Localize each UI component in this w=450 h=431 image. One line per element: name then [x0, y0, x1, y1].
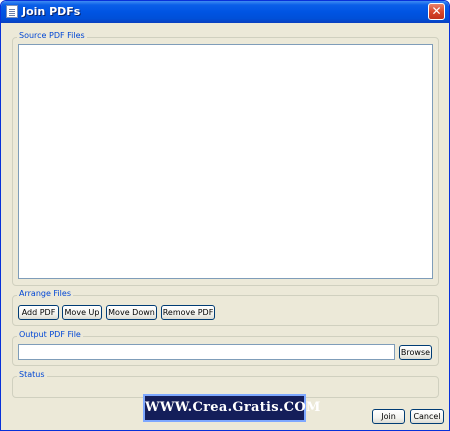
source-files-list[interactable] [18, 44, 433, 279]
remove-pdf-button[interactable]: Remove PDF [161, 305, 215, 320]
watermark-logo: WWW.Crea.Gratis.COM [143, 394, 320, 422]
cancel-button[interactable]: Cancel [410, 409, 444, 424]
join-pdfs-dialog: Join PDFs ✕ Source PDF Files Arrange Fil… [0, 0, 450, 431]
close-icon: ✕ [431, 4, 442, 18]
move-down-button[interactable]: Move Down [106, 305, 157, 320]
arrange-files-label: Arrange Files [17, 289, 73, 298]
document-icon [6, 5, 18, 18]
output-file-input[interactable] [18, 344, 395, 360]
title-bar[interactable]: Join PDFs ✕ [1, 1, 449, 23]
window-title: Join PDFs [22, 5, 81, 18]
move-up-button[interactable]: Move Up [62, 305, 102, 320]
output-file-label: Output PDF File [17, 330, 83, 339]
browse-button[interactable]: Browse [399, 345, 432, 360]
add-pdf-button[interactable]: Add PDF [18, 305, 59, 320]
close-button[interactable]: ✕ [428, 3, 445, 20]
source-files-label: Source PDF Files [17, 31, 87, 40]
join-button[interactable]: Join [372, 409, 405, 424]
status-label: Status [17, 370, 47, 379]
